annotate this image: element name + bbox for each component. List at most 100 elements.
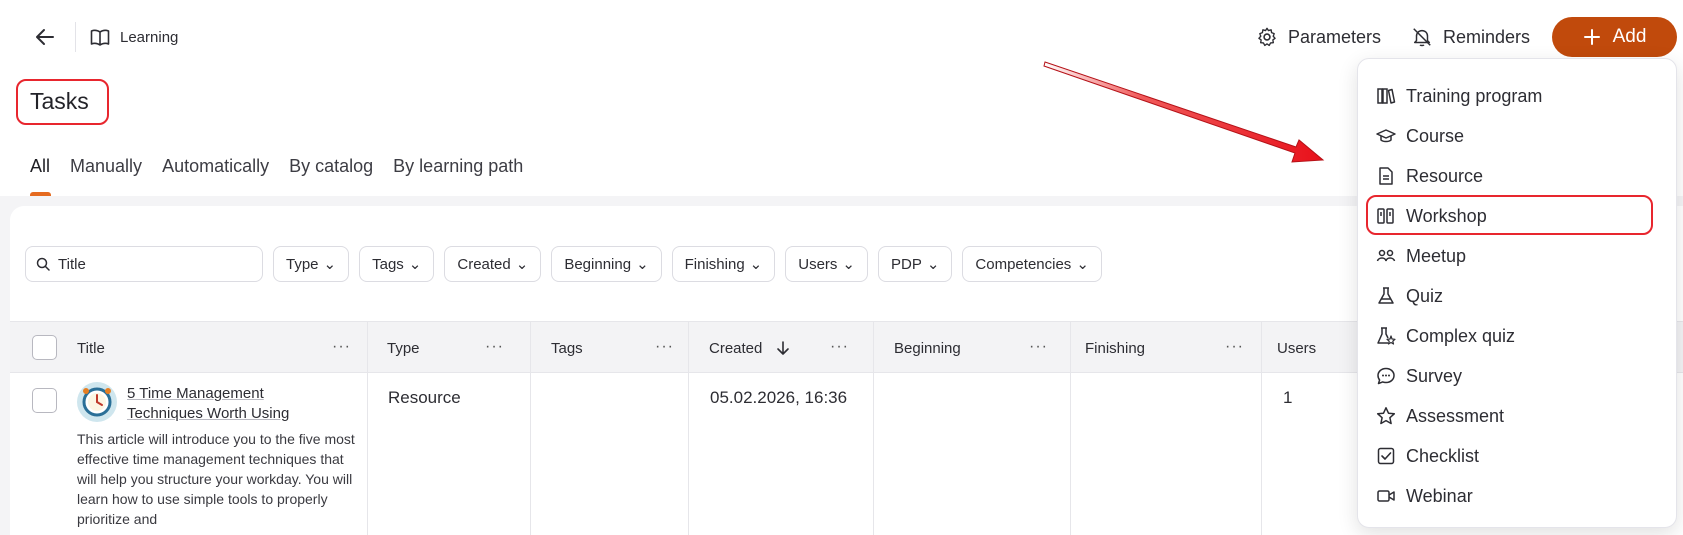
breadcrumb-label: Learning	[120, 28, 179, 46]
more-icon[interactable]: ···	[332, 338, 351, 356]
chevron-down-icon: ⌄	[842, 256, 855, 273]
created-cell: 05.02.2026, 16:36	[710, 388, 848, 407]
chevron-down-icon: ⌄	[408, 256, 422, 273]
books-icon	[1377, 88, 1396, 104]
graduation-cap-icon	[1376, 129, 1396, 143]
menu-item-label: Resource	[1406, 165, 1484, 186]
filter-finishing[interactable]: Finishing ⌄	[671, 246, 776, 282]
document-icon	[1379, 167, 1393, 185]
menu-item-checklist[interactable]: Checklist	[1376, 444, 1479, 468]
clock-thumbnail-icon	[77, 382, 117, 422]
chat-bubble-icon	[1377, 367, 1395, 385]
menu-item-assessment[interactable]: Assessment	[1376, 404, 1504, 428]
column-label: Tags	[551, 339, 583, 357]
tab-all[interactable]: All	[30, 156, 50, 177]
more-icon[interactable]: ···	[1225, 338, 1244, 356]
menu-item-webinar[interactable]: Webinar	[1376, 484, 1473, 508]
tab-by-catalog[interactable]: By catalog	[289, 156, 373, 177]
gear-icon	[1258, 27, 1276, 47]
parameters-button[interactable]: Parameters	[1256, 24, 1381, 50]
filter-label: Tags	[372, 255, 404, 273]
column-divider	[688, 321, 689, 535]
reminders-button[interactable]: Reminders	[1411, 24, 1530, 50]
type-cell: Resource	[388, 388, 461, 407]
menu-item-label: Survey	[1406, 365, 1463, 386]
more-icon[interactable]: ···	[655, 338, 674, 356]
menu-item-quiz[interactable]: Quiz	[1376, 284, 1443, 308]
column-label: Users	[1277, 339, 1317, 357]
column-header-tags[interactable]: Tags ···	[551, 322, 701, 374]
back-button[interactable]	[30, 26, 60, 48]
more-icon[interactable]: ···	[830, 338, 849, 356]
column-header-type[interactable]: Type ···	[387, 322, 547, 374]
add-button[interactable]: Add	[1552, 17, 1677, 57]
filter-label: Competencies	[975, 255, 1072, 273]
menu-item-complex-quiz[interactable]: Complex quiz	[1376, 324, 1515, 348]
menu-item-label: Meetup	[1406, 245, 1467, 266]
column-divider	[1261, 321, 1262, 535]
filter-label: Created	[457, 255, 511, 273]
filter-type[interactable]: Type ⌄	[273, 246, 350, 282]
chevron-down-icon: ⌄	[636, 256, 649, 273]
chevron-down-icon: ⌄	[749, 256, 763, 273]
users-cell: 1	[1283, 388, 1293, 407]
filter-pdp[interactable]: PDP ⌄	[878, 246, 953, 282]
plus-icon	[1583, 29, 1600, 45]
tab-bar: All Manually Automatically By catalog By…	[30, 156, 543, 177]
item-title-link[interactable]: 5 Time Management Techniques Worth Using	[127, 384, 317, 424]
filter-tags[interactable]: Tags ⌄	[359, 246, 435, 282]
column-header-beginning[interactable]: Beginning ···	[894, 322, 1074, 374]
row-checkbox[interactable]	[32, 388, 57, 413]
menu-item-label: Course	[1406, 125, 1465, 146]
filter-created[interactable]: Created ⌄	[444, 246, 542, 282]
more-icon[interactable]: ···	[485, 338, 504, 356]
breadcrumb[interactable]: Learning	[90, 26, 178, 48]
search-input[interactable]	[58, 255, 248, 273]
menu-item-label: Complex quiz	[1406, 325, 1516, 346]
column-label: Created	[709, 339, 763, 357]
sort-down-icon[interactable]	[776, 340, 790, 356]
column-label: Type	[387, 339, 420, 357]
column-header-finishing[interactable]: Finishing ···	[1085, 322, 1255, 374]
column-header-title[interactable]: Title ···	[77, 322, 377, 374]
add-dropdown-menu: Training program Course Resource Worksho…	[1357, 58, 1677, 528]
filter-competencies[interactable]: Competencies ⌄	[962, 246, 1102, 282]
menu-item-label: Quiz	[1406, 285, 1444, 306]
menu-item-workshop[interactable]: Workshop	[1376, 204, 1487, 228]
more-icon[interactable]: ···	[1029, 338, 1048, 356]
tab-manually[interactable]: Manually	[70, 156, 142, 177]
chevron-down-icon: ⌄	[323, 256, 337, 273]
column-divider	[367, 321, 368, 535]
menu-item-label: Webinar	[1406, 485, 1473, 506]
menu-item-meetup[interactable]: Meetup	[1376, 244, 1466, 268]
filter-beginning[interactable]: Beginning ⌄	[551, 246, 662, 282]
column-label: Title	[77, 339, 105, 357]
arrow-left-icon	[36, 29, 54, 45]
tab-by-learning-path[interactable]: By learning path	[393, 156, 523, 177]
page-title: Tasks	[30, 88, 89, 114]
reminders-label: Reminders	[1443, 26, 1531, 47]
filter-label: Beginning	[564, 255, 632, 273]
video-icon	[1377, 490, 1395, 502]
menu-item-resource[interactable]: Resource	[1376, 164, 1483, 188]
search-icon	[36, 257, 50, 271]
search-field[interactable]	[25, 246, 263, 282]
book-icon	[90, 29, 110, 46]
chevron-down-icon: ⌄	[515, 256, 529, 273]
menu-item-course[interactable]: Course	[1376, 124, 1464, 148]
column-header-created[interactable]: Created ···	[709, 322, 879, 374]
header-divider	[75, 22, 76, 52]
menu-item-training-program[interactable]: Training program	[1376, 84, 1542, 108]
tab-automatically[interactable]: Automatically	[162, 156, 269, 177]
select-all-checkbox[interactable]	[32, 335, 57, 360]
item-description: This article will introduce you to the f…	[77, 431, 355, 527]
menu-item-label: Checklist	[1406, 445, 1480, 466]
people-icon	[1376, 249, 1396, 262]
flask-icon	[1378, 287, 1394, 304]
flask-star-icon	[1377, 327, 1396, 345]
menu-item-survey[interactable]: Survey	[1376, 364, 1462, 388]
column-divider	[1070, 321, 1071, 535]
filter-users[interactable]: Users ⌄	[785, 246, 868, 282]
column-label: Beginning	[894, 339, 961, 357]
filter-label: Type	[286, 255, 319, 273]
